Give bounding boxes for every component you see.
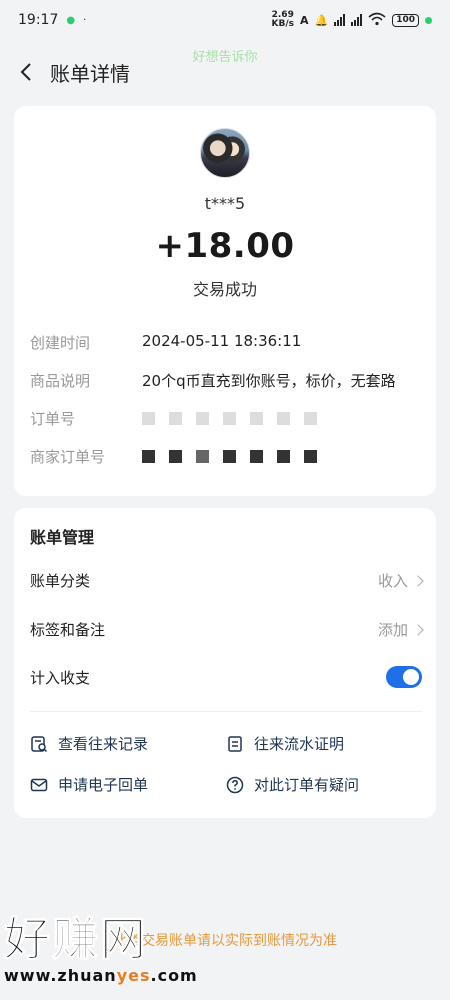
transaction-card: t***5 +18.00 交易成功 创建时间 2024-05-11 18:36:… [14, 106, 436, 496]
section-title: 账单管理 [30, 528, 95, 547]
question-label: 对此订单有疑问 [254, 776, 360, 794]
desc-value: 20个q币直充到你账号，标价，无套路 [142, 372, 396, 390]
tags-value: 添加 [377, 621, 408, 639]
merchant-order-redacted[interactable] [142, 446, 317, 467]
bill-management-card: 账单管理 账单分类 收入 标签和备注 添加 计入收支 查看往来记录 往来流水证明… [14, 508, 436, 818]
status-time: 19:17 [18, 12, 59, 28]
created-label: 创建时间 [30, 334, 91, 352]
receipt-link[interactable]: 申请电子回单 [30, 774, 148, 795]
question-link[interactable]: 对此订单有疑问 [226, 774, 359, 795]
battery-icon: 100 [392, 13, 419, 27]
transaction-status: 交易成功 [192, 280, 257, 299]
statement-label: 往来流水证明 [254, 735, 345, 753]
wechat-icon: ● [66, 14, 76, 26]
chevron-right-icon [412, 574, 424, 587]
site-logo: 好赚网 www.zhuanyes.com [4, 912, 204, 1000]
view-records-label: 查看往来记录 [58, 735, 149, 753]
order-value-redacted[interactable] [142, 408, 317, 429]
include-label: 计入收支 [30, 668, 91, 687]
counterparty-name: t***5 [204, 194, 246, 213]
receipt-label: 申请电子回单 [58, 776, 149, 794]
logo-text: 好赚网 [4, 912, 148, 967]
include-toggle[interactable] [386, 666, 422, 688]
view-records-link[interactable]: 查看往来记录 [30, 733, 148, 754]
dot-icon: · [83, 14, 87, 26]
detail-row-merchant-order: 商家订单号 [30, 446, 420, 467]
include-row: 计入收支 [30, 666, 422, 688]
divider [30, 711, 422, 712]
order-label: 订单号 [30, 410, 76, 428]
statement-link[interactable]: 往来流水证明 [226, 733, 344, 754]
records-icon [31, 735, 48, 752]
page-title: 账单详情 [50, 61, 130, 86]
merchant-order-label: 商家订单号 [30, 448, 106, 466]
created-value: 2024-05-11 18:36:11 [142, 332, 302, 350]
bell-icon: 🔔 [314, 13, 329, 27]
header: 账单详情 [0, 52, 450, 92]
net-speed: 2.69 KB/s [271, 10, 294, 29]
category-value: 收入 [377, 572, 408, 590]
chevron-right-icon [412, 623, 424, 636]
tags-label: 标签和备注 [30, 621, 106, 639]
amount: +18.00 [155, 226, 295, 266]
question-icon [226, 776, 244, 793]
detail-row-created: 创建时间 2024-05-11 18:36:11 [30, 332, 420, 353]
logo-url: www.zhuanyes.com [4, 966, 198, 985]
detail-row-order: 订单号 [30, 408, 420, 429]
tags-row[interactable]: 标签和备注 添加 [30, 619, 424, 640]
detail-row-desc: 商品说明 20个q币直充到你账号，标价，无套路 [30, 370, 420, 391]
wifi-icon [368, 12, 386, 29]
signal-icon [334, 14, 346, 26]
nav-icon: A [299, 13, 309, 27]
category-label: 账单分类 [30, 572, 91, 590]
back-icon[interactable] [14, 60, 38, 84]
statement-icon [228, 735, 242, 752]
status-dot [425, 16, 432, 24]
mail-icon [30, 778, 48, 791]
desc-label: 商品说明 [30, 372, 91, 390]
status-bar: 19:17 ● · 2.69 KB/s A 🔔 100 [0, 0, 450, 40]
avatar[interactable] [200, 128, 250, 178]
signal-icon-2 [351, 14, 363, 26]
category-row[interactable]: 账单分类 收入 [30, 570, 424, 591]
